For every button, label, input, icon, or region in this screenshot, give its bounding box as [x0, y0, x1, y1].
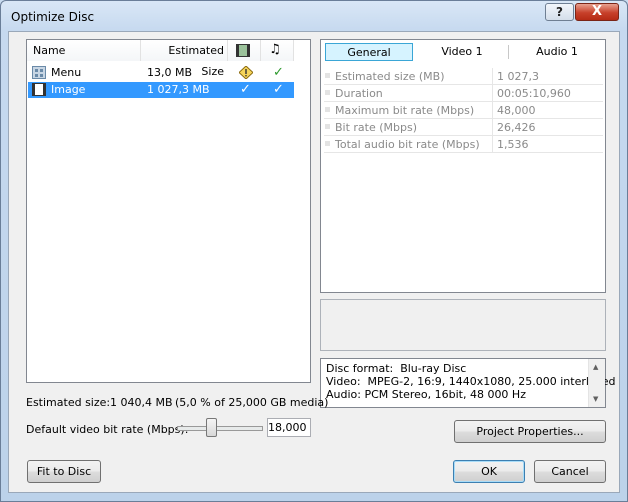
column-header-size[interactable]: Estimated Size [141, 40, 228, 78]
property-row: Estimated size (MB) 1 027,3 [324, 68, 603, 85]
audio-format-line: Audio: PCM Stereo, 16bit, 48 000 Hz [326, 388, 526, 401]
property-value: 1 027,3 [492, 68, 539, 84]
column-header-name[interactable]: Name [27, 40, 141, 61]
property-value: 00:05:10,960 [492, 85, 571, 101]
disc-format-line: Disc format: Blu-ray Disc [326, 362, 467, 375]
list-item-image[interactable]: Image 1 027,3 MB ✓ ✓ [28, 82, 294, 98]
column-header-video[interactable] [228, 40, 261, 61]
property-name: Estimated size (MB) [335, 70, 445, 83]
image-filmstrip-icon [32, 83, 46, 96]
titles-list[interactable]: Name Estimated Size ♫ Menu 13,0 MB ✓ Ima… [26, 39, 311, 383]
estimated-size-label: Estimated size: [26, 396, 111, 409]
video-format-line: Video: MPEG-2, 16:9, 1440x1080, 25.000 i… [326, 375, 616, 388]
property-row: Bit rate (Mbps) 26,426 [324, 119, 603, 136]
property-bullet [325, 141, 330, 146]
close-button[interactable]: X [575, 3, 619, 21]
preview-area [320, 299, 606, 351]
property-name: Maximum bit rate (Mbps) [335, 104, 475, 117]
warning-icon [239, 66, 253, 79]
title-bar[interactable]: Optimize Disc ? X [1, 1, 627, 31]
tab-video-1[interactable]: Video 1 [417, 43, 507, 61]
filmstrip-icon [236, 44, 250, 57]
list-item-name: Menu [51, 66, 82, 79]
column-header-name-label: Name [33, 44, 66, 57]
properties-panel: General Video 1 Audio 1 Estimated size (… [320, 39, 606, 293]
media-usage-note: (5,0 % of 25,000 GB media) [175, 396, 329, 409]
audio-ok-check-icon: ✓ [273, 65, 284, 80]
property-value: 1,536 [492, 136, 529, 152]
disc-info-text: Disc format: Blu-ray Disc Video: MPEG-2,… [326, 362, 615, 401]
property-name: Total audio bit rate (Mbps) [335, 138, 480, 151]
bitrate-label: Default video bit rate (Mbps): [26, 423, 189, 436]
menu-icon [32, 66, 46, 79]
list-item-size: 1 027,3 MB [147, 83, 210, 96]
project-properties-button[interactable]: Project Properties... [454, 420, 606, 443]
list-item-size: 13,0 MB [147, 66, 193, 79]
list-item-name: Image [51, 83, 86, 96]
property-value: 48,000 [492, 102, 536, 118]
window-title: Optimize Disc [11, 10, 95, 24]
tab-general[interactable]: General [325, 43, 413, 61]
property-bullet [325, 124, 330, 129]
bitrate-slider-track[interactable] [177, 426, 263, 431]
tab-audio-1[interactable]: Audio 1 [511, 43, 603, 61]
music-note-icon: ♫ [269, 42, 281, 57]
tab-separator [508, 45, 509, 59]
scroll-up-arrow-icon[interactable]: ▲ [593, 363, 598, 371]
help-button[interactable]: ? [545, 3, 574, 21]
info-scrollbar[interactable]: ▲ ▼ [588, 359, 605, 407]
column-header-audio[interactable]: ♫ [261, 40, 294, 61]
property-bullet [325, 90, 330, 95]
estimated-size-value: 1 040,4 MB [110, 396, 173, 409]
property-row: Total audio bit rate (Mbps) 1,536 [324, 136, 603, 153]
property-bullet [325, 107, 330, 112]
bitrate-slider-thumb[interactable] [206, 418, 217, 437]
video-ok-check-icon: ✓ [240, 82, 251, 97]
property-name: Bit rate (Mbps) [335, 121, 418, 134]
fit-to-disc-button[interactable]: Fit to Disc [27, 460, 101, 483]
dialog-body: Name Estimated Size ♫ Menu 13,0 MB ✓ Ima… [8, 31, 620, 493]
scroll-down-arrow-icon[interactable]: ▼ [593, 395, 598, 403]
audio-ok-check-icon: ✓ [273, 82, 284, 97]
property-name: Duration [335, 87, 383, 100]
list-item-menu[interactable]: Menu 13,0 MB ✓ [28, 65, 294, 81]
property-row: Maximum bit rate (Mbps) 48,000 [324, 102, 603, 119]
property-value: 26,426 [492, 119, 536, 135]
bitrate-input[interactable]: 18,000 [267, 418, 311, 437]
property-bullet [325, 73, 330, 78]
ok-button[interactable]: OK [453, 460, 525, 483]
cancel-button[interactable]: Cancel [534, 460, 606, 483]
property-row: Duration 00:05:10,960 [324, 85, 603, 102]
optimize-disc-window: Optimize Disc ? X Name Estimated Size ♫ … [0, 0, 628, 502]
disc-info-box: Disc format: Blu-ray Disc Video: MPEG-2,… [320, 358, 615, 408]
